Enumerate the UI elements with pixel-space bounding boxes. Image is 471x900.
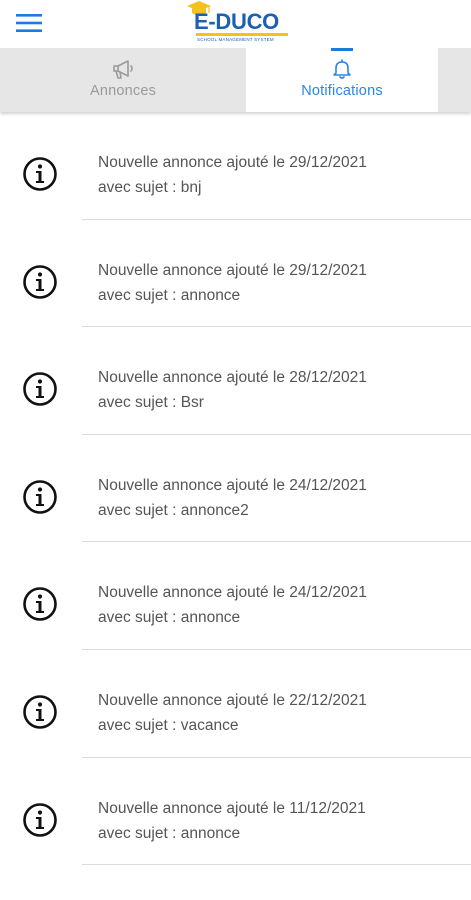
notification-title: Nouvelle annonce ajouté le 24/12/2021 — [98, 476, 367, 494]
notification-title: Nouvelle annonce ajouté le 29/12/2021 — [98, 154, 367, 171]
notification-subject: avec sujet : annonce — [98, 824, 241, 842]
notification-subject: avec sujet : bnj — [98, 179, 202, 196]
notification-subject: avec sujet : annonce2 — [98, 501, 249, 519]
logo-subtitle: SCHOOL MANAGEMENT SYSTEM — [197, 37, 274, 42]
notification-item[interactable]: Nouvelle annonce ajouté le 29/12/2021 av… — [0, 112, 471, 220]
megaphone-icon — [113, 60, 133, 79]
notification-title: Nouvelle annonce ajouté le 24/12/2021 — [98, 584, 367, 602]
notification-subject: avec sujet : vacance — [98, 716, 239, 734]
notification-list: Nouvelle annonce ajouté le 29/12/2021 av… — [0, 112, 471, 866]
logo-underline — [196, 33, 288, 36]
info-icon — [23, 372, 57, 406]
info-icon — [23, 695, 57, 729]
app-logo: E-DUCO SCHOOL MANAGEMENT SYSTEM — [184, 0, 292, 46]
notification-text: Nouvelle annonce ajouté le 11/12/2021 av… — [98, 796, 458, 846]
notification-item[interactable]: Nouvelle annonce ajouté le 22/12/2021 av… — [0, 650, 471, 758]
tab-annonces-label: Annonces — [89, 83, 157, 99]
notification-title: Nouvelle annonce ajouté le 28/12/2021 — [98, 369, 367, 387]
tab-bar: Annonces Notifications — [0, 48, 471, 112]
notification-item[interactable]: Nouvelle annonce ajouté le 24/12/2021 av… — [0, 542, 471, 650]
notification-text: Nouvelle annonce ajouté le 24/12/2021 av… — [98, 580, 458, 630]
notification-subject: avec sujet : annonce — [98, 286, 241, 304]
notification-subject: avec sujet : Bsr — [98, 394, 204, 412]
notification-item[interactable]: Nouvelle annonce ajouté le 11/12/2021 av… — [0, 758, 471, 866]
divider — [82, 864, 471, 866]
menu-button[interactable] — [12, 6, 46, 40]
tab-notifications[interactable]: Notifications — [246, 48, 438, 112]
notification-item[interactable]: Nouvelle annonce ajouté le 24/12/2021 av… — [0, 435, 471, 543]
logo-text: E-DUCO — [194, 9, 279, 34]
notification-title: Nouvelle annonce ajouté le 11/12/2021 — [98, 799, 366, 817]
tab-notifications-label: Notifications — [301, 83, 383, 99]
notification-text: Nouvelle annonce ajouté le 29/12/2021 av… — [98, 150, 458, 200]
notification-title: Nouvelle annonce ajouté le 29/12/2021 — [98, 261, 367, 279]
info-icon — [23, 587, 57, 622]
notification-subject: avec sujet : annonce — [98, 609, 241, 627]
hamburger-icon — [16, 14, 42, 32]
active-tab-indicator — [331, 48, 353, 51]
bell-icon — [333, 59, 351, 79]
app-bar: E-DUCO SCHOOL MANAGEMENT SYSTEM — [0, 0, 471, 48]
info-icon — [23, 264, 57, 299]
notification-text: Nouvelle annonce ajouté le 28/12/2021 av… — [98, 365, 458, 415]
tab-annonces[interactable]: Annonces — [0, 48, 246, 112]
notification-item[interactable]: Nouvelle annonce ajouté le 28/12/2021 av… — [0, 327, 471, 435]
info-icon — [23, 802, 57, 837]
notification-title: Nouvelle annonce ajouté le 22/12/2021 — [98, 691, 367, 709]
notification-text: Nouvelle annonce ajouté le 29/12/2021 av… — [98, 258, 458, 308]
notification-item[interactable]: Nouvelle annonce ajouté le 29/12/2021 av… — [0, 220, 471, 328]
info-icon — [23, 157, 57, 191]
notification-text: Nouvelle annonce ajouté le 22/12/2021 av… — [98, 688, 458, 738]
info-icon — [23, 479, 57, 514]
notification-text: Nouvelle annonce ajouté le 24/12/2021 av… — [98, 473, 458, 523]
